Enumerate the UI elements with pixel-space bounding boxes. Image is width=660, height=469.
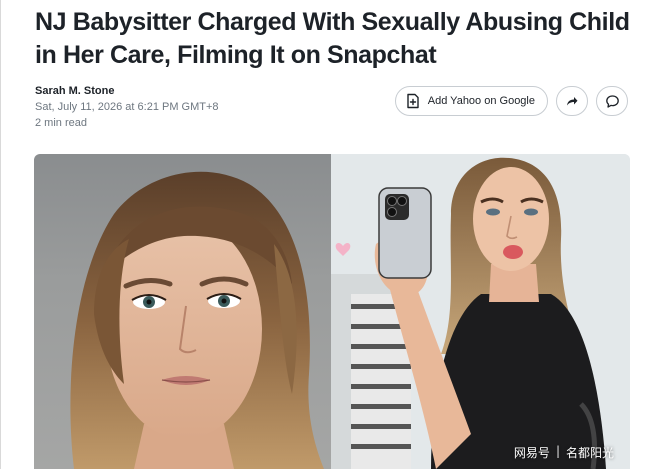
article-page: NJ Babysitter Charged With Sexually Abus… <box>0 0 660 469</box>
article-headline: NJ Babysitter Charged With Sexually Abus… <box>35 8 630 69</box>
mirror-selfie-photo <box>331 154 630 469</box>
share-button[interactable] <box>556 86 588 116</box>
watermark-source: 网易号 <box>513 446 550 460</box>
article-byline: Sarah M. Stone Sat, July 11, 2026 at 6:2… <box>35 83 219 131</box>
watermark: 网易号 | 名都阳光 <box>514 444 614 461</box>
mugshot-photo <box>34 154 331 469</box>
google-add-icon <box>406 93 420 109</box>
article-hero-image: 网易号 | 名都阳光 <box>34 154 630 469</box>
share-arrow-icon <box>565 94 579 108</box>
comment-button[interactable] <box>596 86 628 116</box>
watermark-account: 名都阳光 <box>565 446 614 460</box>
author-name[interactable]: Sarah M. Stone <box>35 83 219 99</box>
read-time: 2 min read <box>35 117 87 129</box>
article-actions: Add Yahoo on Google <box>394 86 628 116</box>
publish-date: Sat, July 11, 2026 at 6:21 PM GMT+8 <box>35 101 219 113</box>
add-yahoo-on-google-button[interactable]: Add Yahoo on Google <box>394 86 548 116</box>
watermark-separator: | <box>555 444 560 458</box>
comment-bubble-icon <box>605 94 620 109</box>
add-yahoo-label: Add Yahoo on Google <box>427 95 535 107</box>
